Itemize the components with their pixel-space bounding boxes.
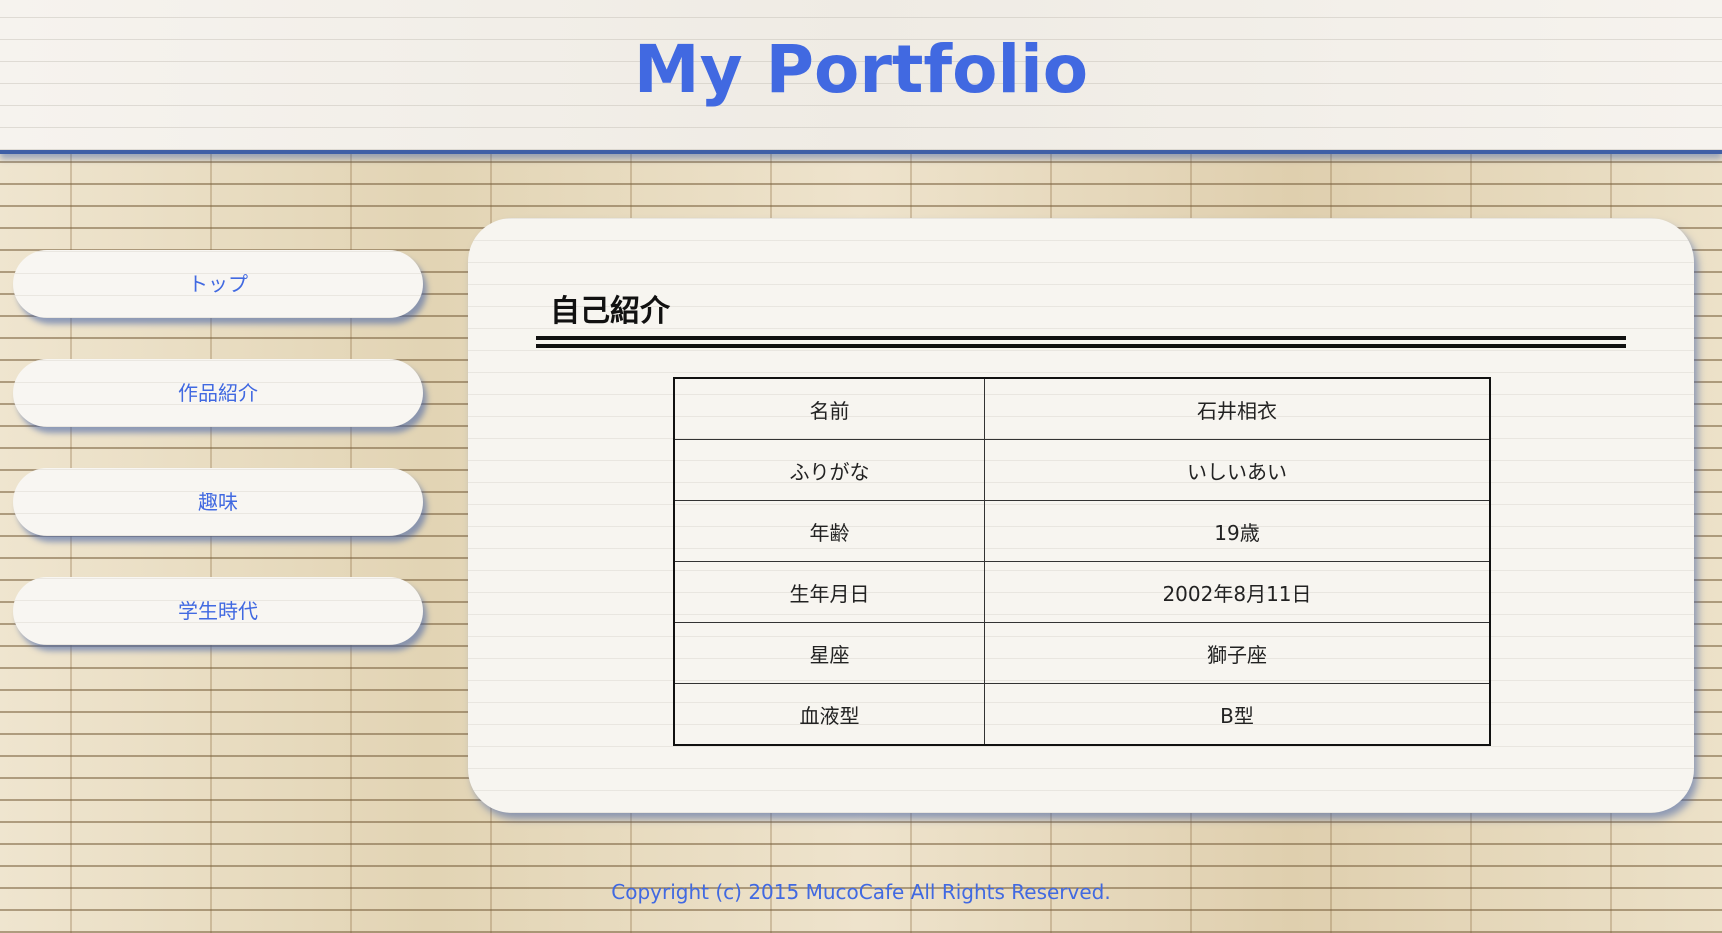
row-label: 年齢 [673,500,985,562]
nav-item-hobbies[interactable]: 趣味 [13,468,423,536]
section-title: 自己紹介 [550,294,670,329]
copyright-text: Copyright (c) 2015 MucoCafe All Rights R… [611,880,1111,904]
table-row: 星座 獅子座 [673,622,1491,684]
row-label: 生年月日 [673,561,985,623]
profile-table: 名前 石井相衣 ふりがな いしいあい 年齢 19歳 生年月日 2002年8月11… [673,377,1491,746]
site-title: My Portfolio [633,31,1089,108]
row-label: ふりがな [673,439,985,501]
row-value: 2002年8月11日 [984,561,1491,623]
nav-item-top[interactable]: トップ [13,250,423,318]
side-nav: トップ 作品紹介 趣味 学生時代 [13,250,423,686]
page-header: My Portfolio [0,0,1722,154]
row-label: 血液型 [673,683,985,746]
main-content-panel: 自己紹介 名前 石井相衣 ふりがな いしいあい 年齢 19歳 生年月日 2002… [468,218,1694,813]
table-row: 血液型 B型 [673,683,1491,746]
row-value: 石井相衣 [984,377,1491,440]
section-title-underline [536,336,1626,348]
nav-item-works[interactable]: 作品紹介 [13,359,423,427]
nav-item-school-days[interactable]: 学生時代 [13,577,423,645]
table-row: 名前 石井相衣 [673,377,1491,440]
row-value: 獅子座 [984,622,1491,684]
table-row: ふりがな いしいあい [673,439,1491,501]
row-value: 19歳 [984,500,1491,562]
row-value: いしいあい [984,439,1491,501]
row-label: 名前 [673,377,985,440]
row-value: B型 [984,683,1491,746]
page-footer: Copyright (c) 2015 MucoCafe All Rights R… [0,880,1722,904]
row-label: 星座 [673,622,985,684]
table-row: 年齢 19歳 [673,500,1491,562]
table-row: 生年月日 2002年8月11日 [673,561,1491,623]
